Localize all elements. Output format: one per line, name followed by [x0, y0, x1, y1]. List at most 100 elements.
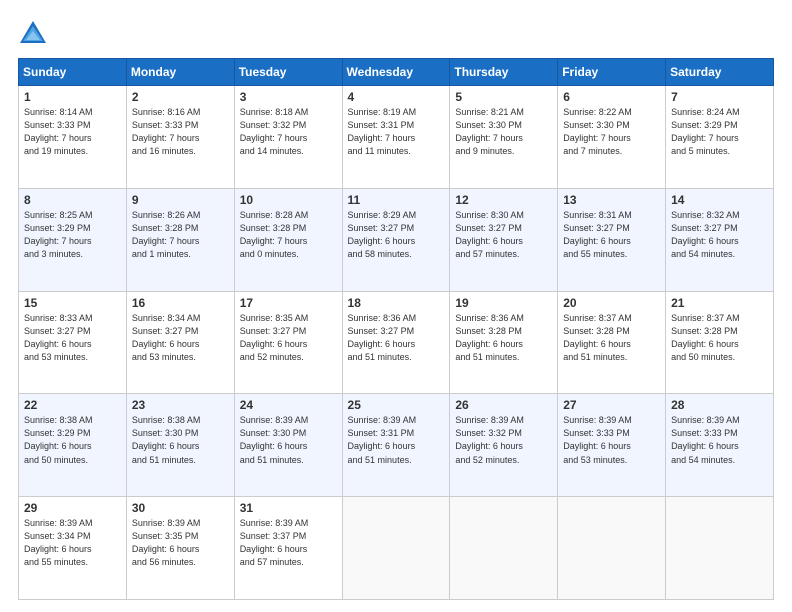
calendar-cell: 11 Sunrise: 8:29 AMSunset: 3:27 PMDayligh… [342, 188, 450, 291]
weekday-header-tuesday: Tuesday [234, 59, 342, 86]
calendar-cell: 23 Sunrise: 8:38 AMSunset: 3:30 PMDayligh… [126, 394, 234, 497]
day-info: Sunrise: 8:38 AMSunset: 3:29 PMDaylight:… [24, 415, 93, 464]
day-number: 4 [348, 90, 445, 104]
day-info: Sunrise: 8:38 AMSunset: 3:30 PMDaylight:… [132, 415, 201, 464]
day-info: Sunrise: 8:39 AMSunset: 3:32 PMDaylight:… [455, 415, 524, 464]
calendar-cell: 21 Sunrise: 8:37 AMSunset: 3:28 PMDayligh… [666, 291, 774, 394]
header [18, 18, 774, 48]
calendar-cell: 28Sunrise: 8:39 AMSunset: 3:33 PMDayligh… [666, 394, 774, 497]
day-info: Sunrise: 8:39 AMSunset: 3:37 PMDaylight:… [240, 518, 309, 567]
logo [18, 18, 52, 48]
calendar-cell: 3 Sunrise: 8:18 AMSunset: 3:32 PMDaylight… [234, 86, 342, 189]
day-info: Sunrise: 8:26 AMSunset: 3:28 PMDaylight:… [132, 210, 201, 259]
day-info: Sunrise: 8:16 AMSunset: 3:33 PMDaylight:… [132, 107, 201, 156]
day-number: 3 [240, 90, 337, 104]
day-number: 11 [348, 193, 445, 207]
day-number: 2 [132, 90, 229, 104]
calendar-cell: 6Sunrise: 8:22 AMSunset: 3:30 PMDaylight… [558, 86, 666, 189]
calendar-cell: 8 Sunrise: 8:25 AMSunset: 3:29 PMDaylight… [19, 188, 127, 291]
weekday-header-friday: Friday [558, 59, 666, 86]
calendar-cell [450, 497, 558, 600]
day-number: 16 [132, 296, 229, 310]
weekday-header-monday: Monday [126, 59, 234, 86]
calendar-cell: 12Sunrise: 8:30 AMSunset: 3:27 PMDayligh… [450, 188, 558, 291]
day-info: Sunrise: 8:39 AMSunset: 3:30 PMDaylight:… [240, 415, 309, 464]
page: SundayMondayTuesdayWednesdayThursdayFrid… [0, 0, 792, 612]
day-number: 5 [455, 90, 552, 104]
calendar-cell: 18 Sunrise: 8:36 AMSunset: 3:27 PMDayligh… [342, 291, 450, 394]
day-info: Sunrise: 8:36 AMSunset: 3:27 PMDaylight:… [348, 313, 417, 362]
calendar-cell: 13 Sunrise: 8:31 AMSunset: 3:27 PMDayligh… [558, 188, 666, 291]
calendar-cell: 16Sunrise: 8:34 AMSunset: 3:27 PMDayligh… [126, 291, 234, 394]
weekday-header-row: SundayMondayTuesdayWednesdayThursdayFrid… [19, 59, 774, 86]
day-info: Sunrise: 8:39 AMSunset: 3:34 PMDaylight:… [24, 518, 93, 567]
day-number: 19 [455, 296, 552, 310]
day-info: Sunrise: 8:28 AMSunset: 3:28 PMDaylight:… [240, 210, 309, 259]
calendar-cell [666, 497, 774, 600]
day-info: Sunrise: 8:37 AMSunset: 3:28 PMDaylight:… [671, 313, 740, 362]
day-info: Sunrise: 8:39 AMSunset: 3:35 PMDaylight:… [132, 518, 201, 567]
calendar-cell: 4 Sunrise: 8:19 AMSunset: 3:31 PMDaylight… [342, 86, 450, 189]
calendar-week-row: 1 Sunrise: 8:14 AMSunset: 3:33 PMDaylight… [19, 86, 774, 189]
calendar-cell: 31 Sunrise: 8:39 AMSunset: 3:37 PMDayligh… [234, 497, 342, 600]
calendar-cell: 9 Sunrise: 8:26 AMSunset: 3:28 PMDaylight… [126, 188, 234, 291]
day-info: Sunrise: 8:36 AMSunset: 3:28 PMDaylight:… [455, 313, 524, 362]
day-info: Sunrise: 8:29 AMSunset: 3:27 PMDaylight:… [348, 210, 417, 259]
calendar-cell [558, 497, 666, 600]
day-number: 23 [132, 398, 229, 412]
day-info: Sunrise: 8:14 AMSunset: 3:33 PMDaylight:… [24, 107, 93, 156]
calendar-cell: 30 Sunrise: 8:39 AMSunset: 3:35 PMDayligh… [126, 497, 234, 600]
day-number: 26 [455, 398, 552, 412]
calendar-cell: 10 Sunrise: 8:28 AMSunset: 3:28 PMDayligh… [234, 188, 342, 291]
day-info: Sunrise: 8:37 AMSunset: 3:28 PMDaylight:… [563, 313, 632, 362]
day-number: 31 [240, 501, 337, 515]
calendar-cell [342, 497, 450, 600]
calendar-week-row: 29Sunrise: 8:39 AMSunset: 3:34 PMDayligh… [19, 497, 774, 600]
day-number: 9 [132, 193, 229, 207]
day-number: 25 [348, 398, 445, 412]
day-info: Sunrise: 8:21 AMSunset: 3:30 PMDaylight:… [455, 107, 524, 156]
day-number: 12 [455, 193, 552, 207]
calendar-cell: 27Sunrise: 8:39 AMSunset: 3:33 PMDayligh… [558, 394, 666, 497]
day-info: Sunrise: 8:35 AMSunset: 3:27 PMDaylight:… [240, 313, 309, 362]
day-info: Sunrise: 8:33 AMSunset: 3:27 PMDaylight:… [24, 313, 93, 362]
day-number: 7 [671, 90, 768, 104]
calendar-cell: 24 Sunrise: 8:39 AMSunset: 3:30 PMDayligh… [234, 394, 342, 497]
day-info: Sunrise: 8:24 AMSunset: 3:29 PMDaylight:… [671, 107, 740, 156]
day-info: Sunrise: 8:32 AMSunset: 3:27 PMDaylight:… [671, 210, 740, 259]
weekday-header-saturday: Saturday [666, 59, 774, 86]
calendar-week-row: 8 Sunrise: 8:25 AMSunset: 3:29 PMDaylight… [19, 188, 774, 291]
calendar-cell: 1 Sunrise: 8:14 AMSunset: 3:33 PMDaylight… [19, 86, 127, 189]
day-number: 18 [348, 296, 445, 310]
day-number: 1 [24, 90, 121, 104]
weekday-header-sunday: Sunday [19, 59, 127, 86]
day-info: Sunrise: 8:39 AMSunset: 3:33 PMDaylight:… [563, 415, 632, 464]
calendar-cell: 15Sunrise: 8:33 AMSunset: 3:27 PMDayligh… [19, 291, 127, 394]
day-info: Sunrise: 8:18 AMSunset: 3:32 PMDaylight:… [240, 107, 309, 156]
calendar-cell: 22 Sunrise: 8:38 AMSunset: 3:29 PMDayligh… [19, 394, 127, 497]
calendar-cell: 25 Sunrise: 8:39 AMSunset: 3:31 PMDayligh… [342, 394, 450, 497]
day-info: Sunrise: 8:25 AMSunset: 3:29 PMDaylight:… [24, 210, 93, 259]
calendar-cell: 14Sunrise: 8:32 AMSunset: 3:27 PMDayligh… [666, 188, 774, 291]
day-number: 10 [240, 193, 337, 207]
day-number: 28 [671, 398, 768, 412]
weekday-header-thursday: Thursday [450, 59, 558, 86]
day-info: Sunrise: 8:31 AMSunset: 3:27 PMDaylight:… [563, 210, 632, 259]
day-number: 24 [240, 398, 337, 412]
calendar-table: SundayMondayTuesdayWednesdayThursdayFrid… [18, 58, 774, 600]
calendar-week-row: 22 Sunrise: 8:38 AMSunset: 3:29 PMDayligh… [19, 394, 774, 497]
day-number: 13 [563, 193, 660, 207]
day-info: Sunrise: 8:19 AMSunset: 3:31 PMDaylight:… [348, 107, 417, 156]
day-info: Sunrise: 8:39 AMSunset: 3:31 PMDaylight:… [348, 415, 417, 464]
day-number: 21 [671, 296, 768, 310]
calendar-cell: 20Sunrise: 8:37 AMSunset: 3:28 PMDayligh… [558, 291, 666, 394]
day-number: 17 [240, 296, 337, 310]
calendar-cell: 7 Sunrise: 8:24 AMSunset: 3:29 PMDaylight… [666, 86, 774, 189]
day-number: 22 [24, 398, 121, 412]
day-number: 8 [24, 193, 121, 207]
calendar-cell: 29Sunrise: 8:39 AMSunset: 3:34 PMDayligh… [19, 497, 127, 600]
day-number: 30 [132, 501, 229, 515]
weekday-header-wednesday: Wednesday [342, 59, 450, 86]
day-info: Sunrise: 8:22 AMSunset: 3:30 PMDaylight:… [563, 107, 632, 156]
calendar-cell: 17 Sunrise: 8:35 AMSunset: 3:27 PMDayligh… [234, 291, 342, 394]
